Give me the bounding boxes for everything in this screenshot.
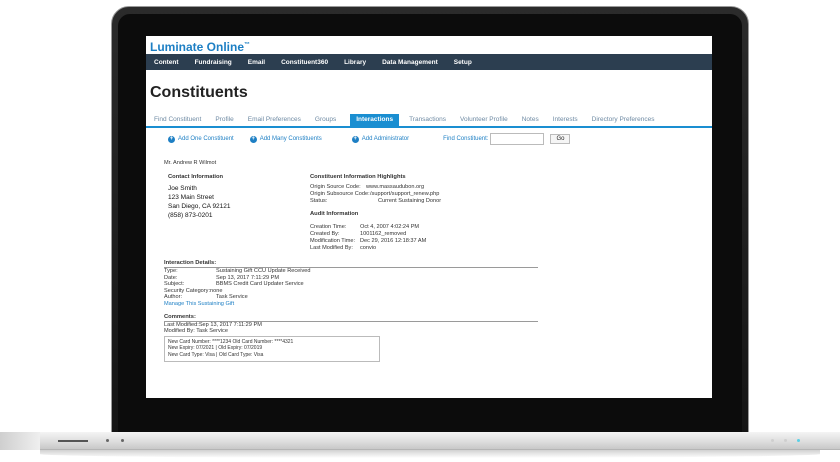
indicator-dot: [771, 439, 774, 442]
audit-row: Created By: 1001162_removed: [310, 231, 407, 237]
nav-setup[interactable]: Setup: [454, 59, 472, 66]
action-bar: + Add One Constituent + Add Many Constit…: [146, 128, 712, 150]
tab-interactions[interactable]: Interactions: [350, 114, 400, 126]
find-constituent-input[interactable]: [490, 133, 545, 145]
tab-interests[interactable]: Interests: [553, 114, 578, 126]
laptop-base-edge: [0, 432, 40, 450]
page-title: Constituents: [150, 84, 248, 101]
highlight-row: Origin Source Code: www.massaudubon.org: [310, 184, 425, 190]
add-many-constituents-button[interactable]: + Add Many Constituents: [249, 135, 322, 143]
plus-circle-icon: +: [168, 135, 175, 143]
comment-line: New Card Number: ****1234 Old Card Numbe…: [168, 338, 294, 345]
interaction-row: Type: Sustaining Gift CCU Update Received: [164, 268, 311, 274]
info-columns: Contact Information Joe Smith 123 Main S…: [164, 174, 712, 252]
tab-transactions[interactable]: Transactions: [409, 114, 446, 126]
laptop-base-line: [58, 440, 88, 442]
tab-volunteer-profile[interactable]: Volunteer Profile: [460, 114, 508, 126]
contact-city: San Diego, CA 92121: [168, 203, 231, 210]
audit-title: Audit Information: [310, 211, 359, 217]
tab-bar: Find Constituent Profile Email Preferenc…: [146, 114, 712, 128]
nav-constituent360[interactable]: Constituent360: [281, 59, 328, 66]
interaction-row: Author: Task Service: [164, 294, 248, 301]
contact-name: Joe Smith: [168, 185, 197, 192]
laptop-base: [0, 432, 840, 450]
contact-information-title: Contact Information: [168, 174, 224, 180]
plus-circle-icon: +: [249, 135, 257, 143]
plus-circle-icon: +: [351, 135, 359, 143]
comments-last-modified: Last Modified:Sep 13, 2017 7:11:29 PM: [164, 321, 262, 328]
nav-email[interactable]: Email: [248, 59, 265, 66]
highlight-row: Origin Subsource Code: /support/support_…: [310, 191, 440, 197]
nav-fundraising[interactable]: Fundraising: [195, 59, 232, 66]
main-nav: Content Fundraising Email Constituent360…: [146, 54, 712, 70]
audit-row: Modification Time: Dec 29, 2016 12:18:37…: [310, 238, 427, 244]
tab-notes[interactable]: Notes: [522, 114, 539, 126]
audit-row: Last Modified By: convio: [310, 245, 377, 251]
constituent-name: Mr. Andrew R Wilmot: [164, 160, 217, 166]
laptop-screen: Luminate Online™ Content Fundraising Ema…: [146, 36, 712, 398]
highlights-column: Constituent Information Highlights Origi…: [310, 174, 570, 252]
manage-sustaining-gift-link[interactable]: Manage This Sustaining Gift: [164, 301, 712, 308]
laptop-shadow: [40, 450, 820, 458]
indicator-dot: [797, 439, 800, 442]
contact-information: Contact Information Joe Smith 123 Main S…: [164, 174, 310, 252]
comments-title: Comments:: [164, 314, 538, 322]
highlights-title: Constituent Information Highlights: [310, 174, 406, 180]
highlight-row: Status: Current Sustaining Donor: [310, 198, 442, 204]
nav-data-management[interactable]: Data Management: [382, 59, 438, 66]
tab-directory-preferences[interactable]: Directory Preferences: [592, 114, 655, 126]
nav-library[interactable]: Library: [344, 59, 366, 66]
brand-logo[interactable]: Luminate Online™: [150, 40, 250, 54]
nav-content[interactable]: Content: [154, 59, 179, 66]
brand-bar: Luminate Online™: [146, 36, 712, 54]
add-one-constituent-button[interactable]: + Add One Constituent: [168, 135, 234, 143]
contact-street: 123 Main Street: [168, 194, 214, 201]
interaction-row: Security Category:none: [164, 287, 223, 294]
indicator-dot: [784, 439, 787, 442]
comment-box: New Card Number: ****1234 Old Card Numbe…: [164, 335, 380, 362]
go-button[interactable]: Go: [550, 134, 571, 144]
tab-email-preferences[interactable]: Email Preferences: [248, 114, 301, 126]
interaction-row: Subject: BBMS Credit Card Updater Service: [164, 281, 304, 288]
indicator-dot: [121, 439, 124, 442]
tab-profile[interactable]: Profile: [215, 114, 233, 126]
indicator-dot: [106, 439, 109, 442]
constituent-details: Mr. Andrew R Wilmot Contact Information …: [146, 160, 712, 362]
interaction-details-title: Interaction Details:: [164, 260, 538, 268]
audit-row: Creation Time: Oct 4, 2007 4:02:24 PM: [310, 224, 420, 230]
find-constituent-label: Find Constituent:: [443, 136, 489, 142]
comment-line: New Expiry: 07/2021 | Old Expiry: 07/201…: [168, 345, 263, 352]
comments-modified-by: Modified By: Task Service: [164, 328, 228, 335]
tab-groups[interactable]: Groups: [315, 114, 336, 126]
interaction-row: Date: Sep 13, 2017 7:11:29 PM: [164, 274, 280, 281]
add-administrator-button[interactable]: + Add Administrator: [351, 135, 409, 143]
comment-line: New Card Type: Visa | Old Card Type: Vis…: [168, 351, 264, 358]
tab-find-constituent[interactable]: Find Constituent: [154, 114, 201, 126]
contact-phone: (858) 873-0201: [168, 212, 213, 219]
